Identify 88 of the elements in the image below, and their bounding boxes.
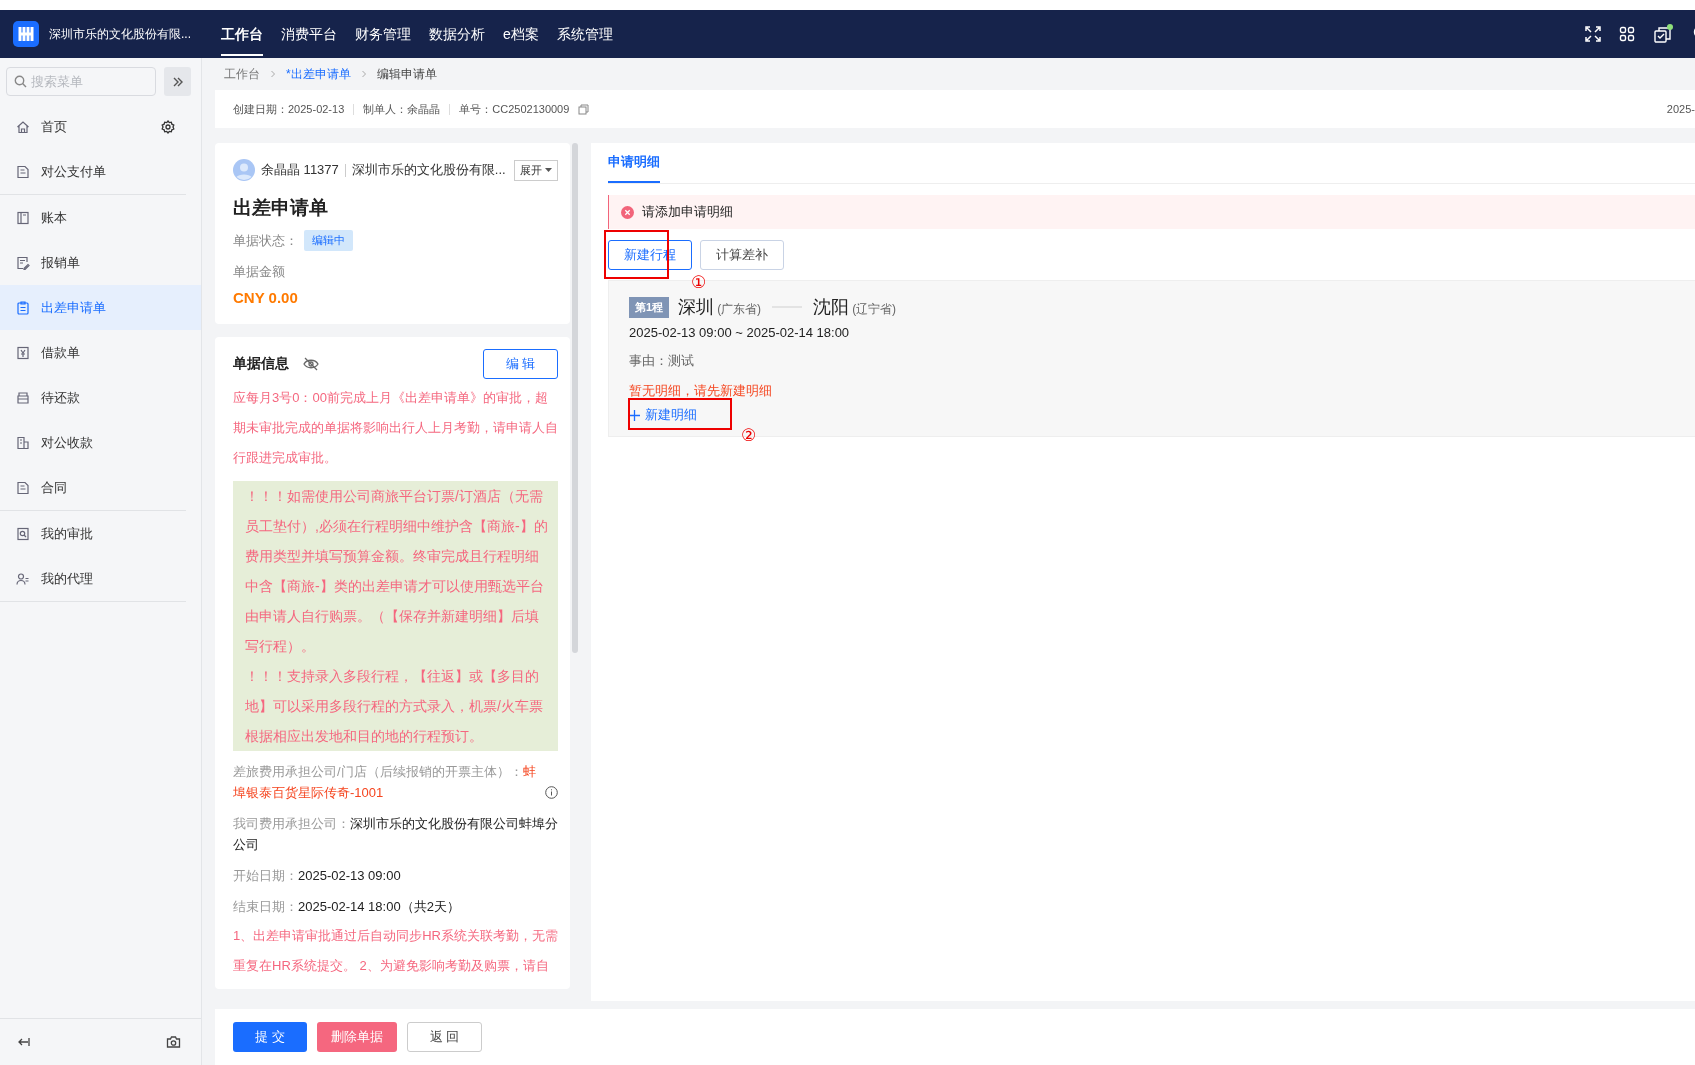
notice-text: 应每月3号0：00前完成上月《出差申请单》的审批，超期未审批完成的单据将影响出行人上月考勤，请申请人自行跟进完成审批。 [233,389,558,467]
yen-document-icon [16,345,30,360]
trip-time: 2025-02-13 09:00 ~ 2025-02-14 18:00 [629,325,851,340]
info-field: 创建日期：2025-02-13 [233,101,345,117]
sidebar-item[interactable]: 首页 [0,104,201,149]
user-name: 余晶晶 11377 [261,161,339,179]
field-text: 我司费用承担公司：深圳市乐的文化股份有限公司蚌埠分公司 [233,815,558,854]
search-document-icon [16,526,30,541]
breadcrumb-item[interactable]: 工作台 [224,65,260,83]
sidebar-item[interactable]: 对公支付单 [0,149,201,194]
nav-tab[interactable]: 系统管理 [556,12,613,56]
status-label: 单据状态： [233,231,298,250]
sidebar-item[interactable]: 账本 [0,195,201,240]
info-field: 制单人：余晶晶 [363,101,441,117]
notice-text: 1、出差申请审批通过后自动同步HR系统关联考勤，无需重复在HR系统提交。 2、为避免影响考勤及购票，请自 [233,927,558,975]
breadcrumb-item[interactable]: *出差申请单 [286,65,351,83]
plus-icon [629,409,640,421]
stack-icon [16,390,30,405]
highlight-text: ！！！如需使用公司商旅平台订票/订酒店（无需员工垫付）,必须在行程明细中维护含【商旅-】的费用类型并填写预算金额。终审完成且行程明细中含【商旅-】类的出差申请才可以使用甄选平台由申请人自行购票。（【保存并新建明细】后填写行程）。 [245,487,549,656]
expand-dropdown[interactable]: 展开 [514,159,558,181]
camera-icon[interactable] [166,1035,181,1049]
home-icon [16,119,30,134]
eye-slash-icon[interactable] [303,357,319,371]
search-field[interactable]: 搜索菜单 [6,67,156,96]
breadcrumb-item[interactable]: 编辑申请单 [376,65,437,83]
apps-grid-icon[interactable] [1619,26,1635,42]
sidebar-item[interactable]: 借款单 [0,330,201,375]
edit-button[interactable]: 编 辑 [483,349,558,379]
origin-province: (广东省) [717,301,762,318]
info-field: 单号：CC2502130009 [459,101,570,117]
section-title: 单据信息 [233,355,289,373]
alert-text: 请添加申请明细 [642,203,733,221]
nav-tab[interactable]: 数据分析 [429,12,485,56]
nav-tab[interactable]: 消费平台 [281,12,337,56]
nav-tab[interactable]: 财务管理 [355,12,411,56]
chevron-right-icon [269,70,277,78]
form-title: 出差申请单 [233,196,329,220]
empty-message: 暂无明细，请先新建明细 [629,382,773,400]
footer-button[interactable]: 返 回 [406,1022,483,1052]
document-icon [16,164,30,179]
sidebar-item[interactable]: 待还款 [0,375,201,420]
task-list-icon[interactable] [1653,24,1673,44]
edit-document-icon [16,255,30,270]
sidebar-item[interactable]: 出差申请单 [0,285,201,330]
nav-tab[interactable]: e档案 [503,12,539,56]
field-text: 结束日期：2025-02-14 18:00（共2天） [233,898,461,916]
destination-province: (辽宁省) [852,301,897,318]
expand-button[interactable] [164,67,191,96]
field-text: 开始日期：2025-02-13 09:00 [233,867,402,885]
company-name: 深圳市乐的文化股份有限... [49,25,192,43]
origin-city: 深圳 [678,296,715,319]
document-icon [16,480,30,495]
field-text: 差旅费用承担公司/门店（后续报销的开票主体）：蚌埠银泰百货星际传奇-1001 [233,763,537,802]
tab[interactable]: 申请明细 [608,153,660,183]
trip-reason: 事由：测试 [629,352,695,370]
clipboard-icon [16,300,30,315]
settings-icon[interactable] [161,119,175,134]
company-name: 深圳市乐的文化股份有限... [351,161,506,179]
leg-badge: 第1程 [629,296,670,318]
destination-city: 沈阳 [813,296,850,319]
footer-button[interactable]: 提 交 [233,1022,307,1052]
sidebar-item[interactable]: 合同 [0,465,201,510]
receipt-icon [16,435,30,450]
book-icon [16,210,30,225]
sidebar-item[interactable]: 我的审批 [0,511,201,556]
action-button[interactable]: 计算差补 [700,240,784,270]
search-icon [14,75,27,88]
add-detail-link[interactable]: 新建明细 [629,402,697,428]
sidebar-item[interactable]: 报销单 [0,240,201,285]
status-tag: 编辑中 [304,230,353,251]
logo-icon [13,21,39,47]
annotation-number: ① [691,272,707,293]
amount-label: 单据金额 [233,263,286,281]
collapse-icon[interactable] [16,1035,30,1049]
error-icon [621,205,634,219]
annotation-number: ② [741,425,757,446]
person-icon [16,571,30,586]
info-icon[interactable] [545,786,558,799]
info-date: 2025- [1666,103,1695,115]
amount-value: CNY 0.00 [233,289,299,306]
caret-icon [545,167,552,173]
sidebar-item[interactable]: 对公收款 [0,420,201,465]
sidebar-item[interactable]: 我的代理 [0,556,201,601]
avatar-icon [233,159,255,181]
fullscreen-icon[interactable] [1585,26,1601,42]
nav-tab[interactable]: 工作台 [221,12,263,56]
chevron-right-icon [359,70,368,78]
highlight-text: ！！！支持录入多段行程，【往返】或【多目的地】可以采用多段行程的方式录入，机票/火车票根据相应出发地和目的地的行程预订。 [245,667,544,746]
